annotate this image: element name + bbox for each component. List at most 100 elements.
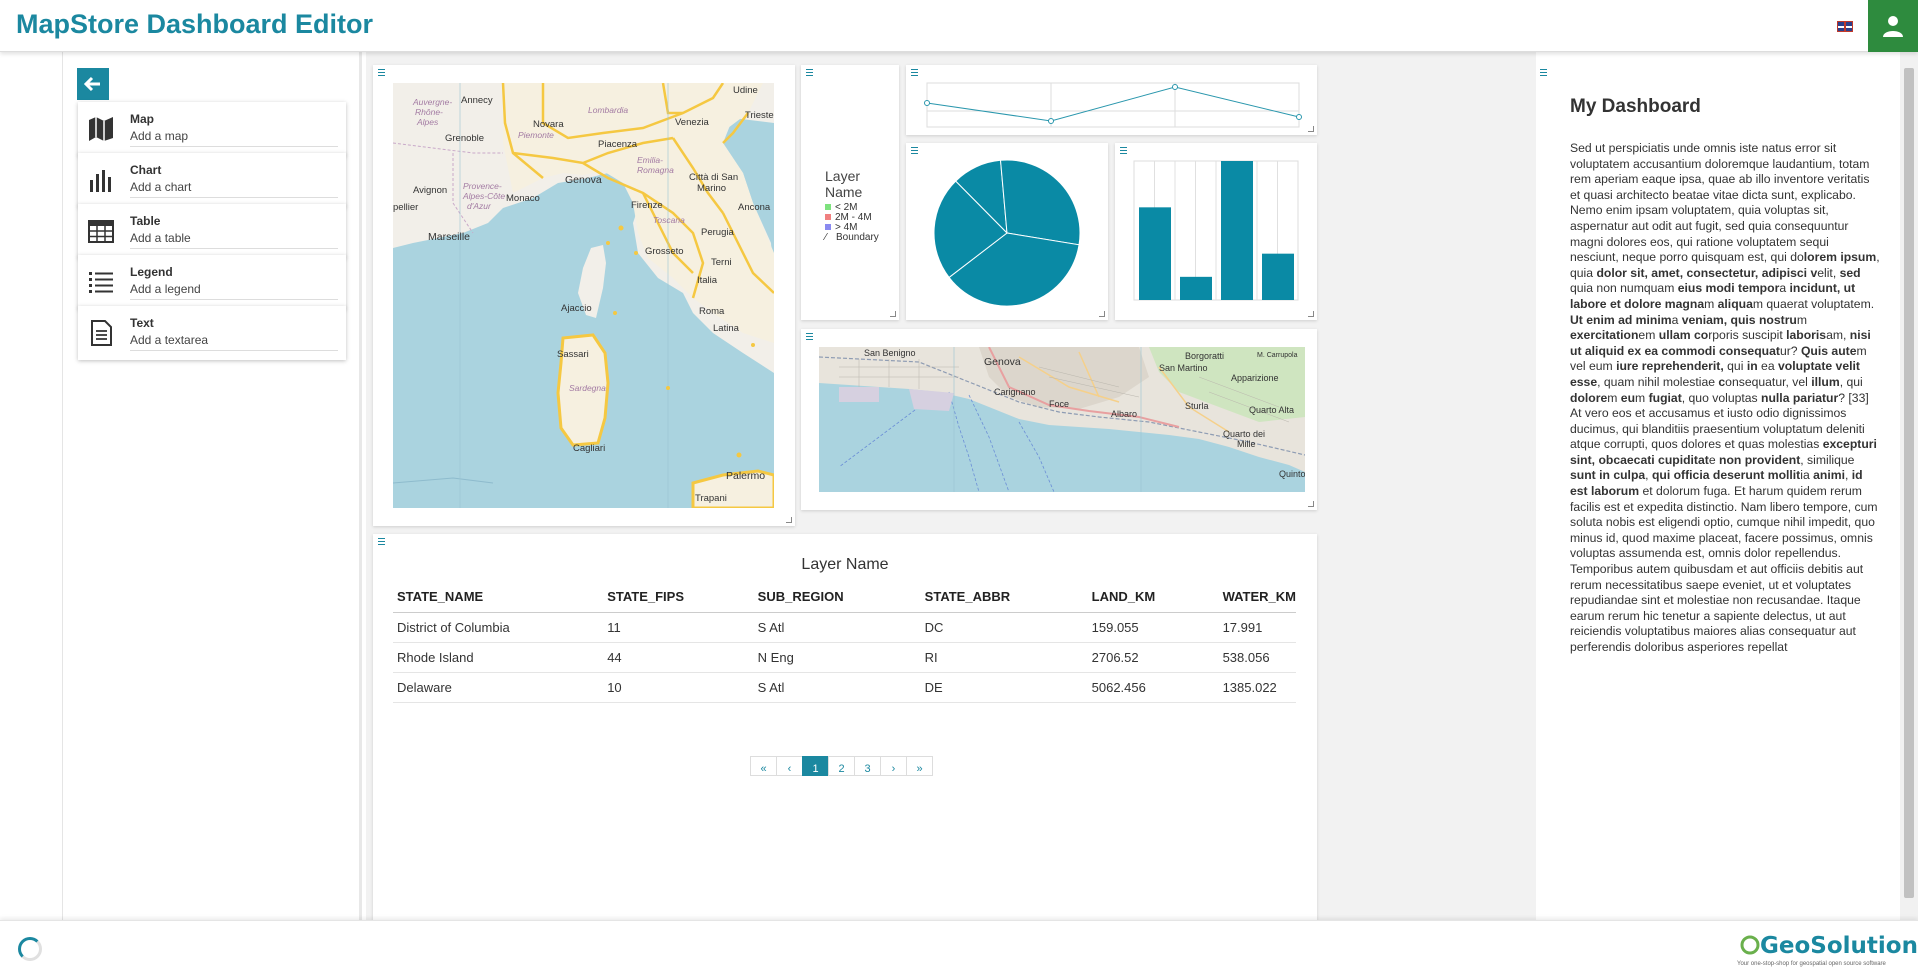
- widget-description: Add a chart: [130, 180, 192, 194]
- drag-handle-icon[interactable]: [806, 333, 814, 341]
- page-2-button[interactable]: 2: [828, 756, 855, 776]
- svg-text:d'Azur: d'Azur: [467, 201, 492, 211]
- text-run: m: [1607, 390, 1621, 405]
- table-cell: 538.056: [1218, 642, 1296, 673]
- map-italy[interactable]: Annecy Grenoble Avignon Marseille Monaco…: [393, 83, 774, 508]
- svg-text:Albaro: Albaro: [1111, 409, 1137, 419]
- bar-chart-widget[interactable]: [1115, 143, 1317, 320]
- language-flag-icon[interactable]: [1837, 21, 1853, 32]
- data-point[interactable]: [1296, 114, 1302, 120]
- svg-text:Marseille: Marseille: [428, 231, 470, 243]
- column-header[interactable]: STATE_FIPS: [603, 582, 754, 613]
- text-run: ,: [1844, 468, 1852, 483]
- resize-handle-icon[interactable]: [1099, 311, 1105, 317]
- svg-text:Firenze: Firenze: [631, 200, 663, 211]
- table-cell: RI: [920, 642, 1088, 673]
- svg-text:pellier: pellier: [393, 202, 418, 213]
- loading-spinner-icon: [18, 937, 42, 961]
- map-genova[interactable]: Genova San Benigno Carignano Foce Albaro…: [819, 347, 1305, 492]
- drag-handle-icon[interactable]: [378, 69, 386, 77]
- resize-handle-icon[interactable]: [1308, 311, 1314, 317]
- last-page-button[interactable]: »: [906, 756, 933, 776]
- bold-text-run: iure reprehenderit,: [1616, 359, 1724, 374]
- data-point[interactable]: [1048, 118, 1054, 124]
- svg-text:Quarto Alta: Quarto Alta: [1249, 405, 1294, 415]
- pie-chart-widget[interactable]: [906, 143, 1108, 320]
- add-text-widget[interactable]: Text Add a textarea: [78, 306, 346, 360]
- vertical-scrollbar[interactable]: [1900, 52, 1918, 920]
- app-title: MapStore Dashboard Editor: [16, 9, 374, 39]
- svg-text:Trieste: Trieste: [745, 110, 774, 121]
- data-point[interactable]: [924, 100, 930, 106]
- text-run: qui: [1723, 359, 1747, 374]
- user-icon: [1883, 16, 1903, 37]
- resize-handle-icon[interactable]: [890, 311, 896, 317]
- back-button[interactable]: [77, 68, 109, 100]
- svg-text:San Martino: San Martino: [1159, 363, 1208, 373]
- app-header: MapStore Dashboard Editor: [0, 0, 1918, 52]
- next-page-button[interactable]: ›: [880, 756, 907, 776]
- column-header[interactable]: LAND_KM: [1087, 582, 1219, 613]
- bar[interactable]: [1139, 207, 1171, 300]
- legend-swatch: [825, 224, 831, 230]
- table-widget[interactable]: Layer Name STATE_NAME STATE_FIPS SUB_REG…: [373, 534, 1317, 920]
- svg-text:Genova: Genova: [565, 174, 602, 186]
- legend-item: > 4M: [825, 222, 899, 233]
- table-cell: N Eng: [753, 642, 921, 673]
- bar[interactable]: [1221, 161, 1253, 300]
- page-1-button[interactable]: 1: [802, 756, 829, 776]
- table-row[interactable]: District of Columbia 11 S Atl DC 159.055…: [393, 612, 1296, 643]
- svg-text:Grosseto: Grosseto: [645, 246, 684, 257]
- scrollbar-thumb[interactable]: [1904, 68, 1914, 898]
- prev-page-button[interactable]: ‹: [776, 756, 803, 776]
- legend-widget[interactable]: Layer Name < 2M 2M - 4M > 4M ⁄ Boundary: [801, 65, 899, 320]
- column-header[interactable]: WATER_KM: [1218, 582, 1296, 613]
- page-3-button[interactable]: 3: [854, 756, 881, 776]
- text-run: a: [1671, 312, 1682, 327]
- bold-text-run: qui officia deserunt mollit: [1651, 468, 1801, 483]
- svg-text:Alpes-Côte: Alpes-Côte: [462, 191, 505, 201]
- map-widget-italy[interactable]: Annecy Grenoble Avignon Marseille Monaco…: [373, 65, 795, 526]
- column-header[interactable]: SUB_REGION: [753, 582, 921, 613]
- bold-text-run: laboris: [1786, 328, 1827, 343]
- legend-label: Boundary: [836, 231, 879, 243]
- table-cell: 10: [603, 672, 754, 703]
- bold-text-run: fugiat: [1648, 390, 1682, 405]
- pagination: « ‹ 1 2 3 › »: [750, 756, 933, 776]
- svg-text:Piacenza: Piacenza: [598, 139, 638, 150]
- bold-text-run: veniam, quis nostru: [1681, 312, 1797, 327]
- data-point[interactable]: [1172, 84, 1178, 90]
- user-menu-button[interactable]: [1868, 0, 1918, 52]
- resize-handle-icon[interactable]: [1308, 501, 1314, 507]
- add-map-widget[interactable]: Map Add a map: [78, 102, 346, 156]
- table-cell: Delaware: [393, 672, 604, 703]
- add-legend-widget[interactable]: Legend Add a legend: [78, 255, 346, 309]
- line-chart-widget[interactable]: [906, 65, 1317, 135]
- map-widget-genova[interactable]: Genova San Benigno Carignano Foce Albaro…: [801, 329, 1317, 510]
- first-page-button[interactable]: «: [750, 756, 777, 776]
- resize-handle-icon[interactable]: [786, 517, 792, 523]
- text-widget[interactable]: My Dashboard Sed ut perspiciatis unde om…: [1536, 52, 1918, 920]
- list-icon: [89, 272, 113, 293]
- bar[interactable]: [1180, 276, 1212, 300]
- text-run: , similique: [1800, 452, 1855, 467]
- column-header[interactable]: STATE_ABBR: [920, 582, 1088, 613]
- text-run: m quaerat voluptatem.: [1752, 296, 1875, 311]
- table-cell: Rhode Island: [393, 642, 604, 673]
- pie-slice[interactable]: [999, 159, 1081, 246]
- drag-handle-icon[interactable]: [378, 538, 386, 546]
- svg-text:Grenoble: Grenoble: [445, 133, 484, 144]
- drag-handle-icon[interactable]: [806, 69, 814, 77]
- add-chart-widget[interactable]: Chart Add a chart: [78, 153, 346, 207]
- column-header[interactable]: STATE_NAME: [393, 582, 604, 613]
- drag-handle-icon[interactable]: [1540, 69, 1548, 77]
- widget-title: Legend: [130, 265, 173, 279]
- add-table-widget[interactable]: Table Add a table: [78, 204, 346, 258]
- bar[interactable]: [1262, 253, 1294, 300]
- legend-swatch: [825, 214, 831, 220]
- table-row[interactable]: Delaware 10 S Atl DE 5062.456 1385.022: [393, 672, 1296, 703]
- resize-handle-icon[interactable]: [1308, 126, 1314, 132]
- svg-text:Annecy: Annecy: [461, 95, 493, 106]
- table-row[interactable]: Rhode Island 44 N Eng RI 2706.52 538.056: [393, 642, 1296, 673]
- text-run: onsequatur, vel: [1725, 374, 1812, 389]
